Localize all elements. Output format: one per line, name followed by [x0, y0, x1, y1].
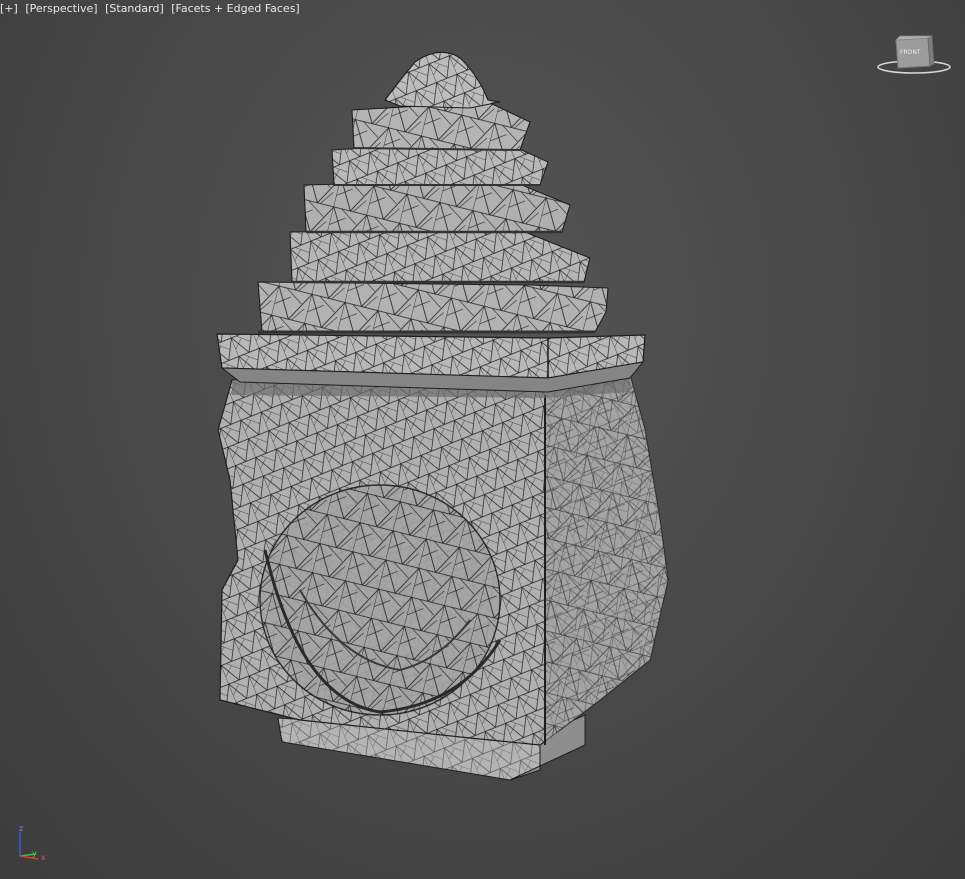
z-axis-label: z: [19, 824, 24, 833]
perspective-viewport[interactable]: [+] [Perspective] [Standard] [Facets + E…: [0, 0, 965, 879]
viewcube-widget[interactable]: FRONT: [876, 34, 952, 78]
mesh-cap-slab: [216, 333, 646, 393]
y-axis-label: y: [32, 849, 37, 858]
mesh-body: [217, 374, 669, 746]
mesh-tiers: [257, 51, 609, 334]
viewcube-face-label: FRONT: [900, 49, 921, 56]
axis-tripod: z y x: [14, 824, 54, 864]
mesh-model[interactable]: [0, 0, 965, 879]
x-axis-label: x: [41, 853, 46, 862]
